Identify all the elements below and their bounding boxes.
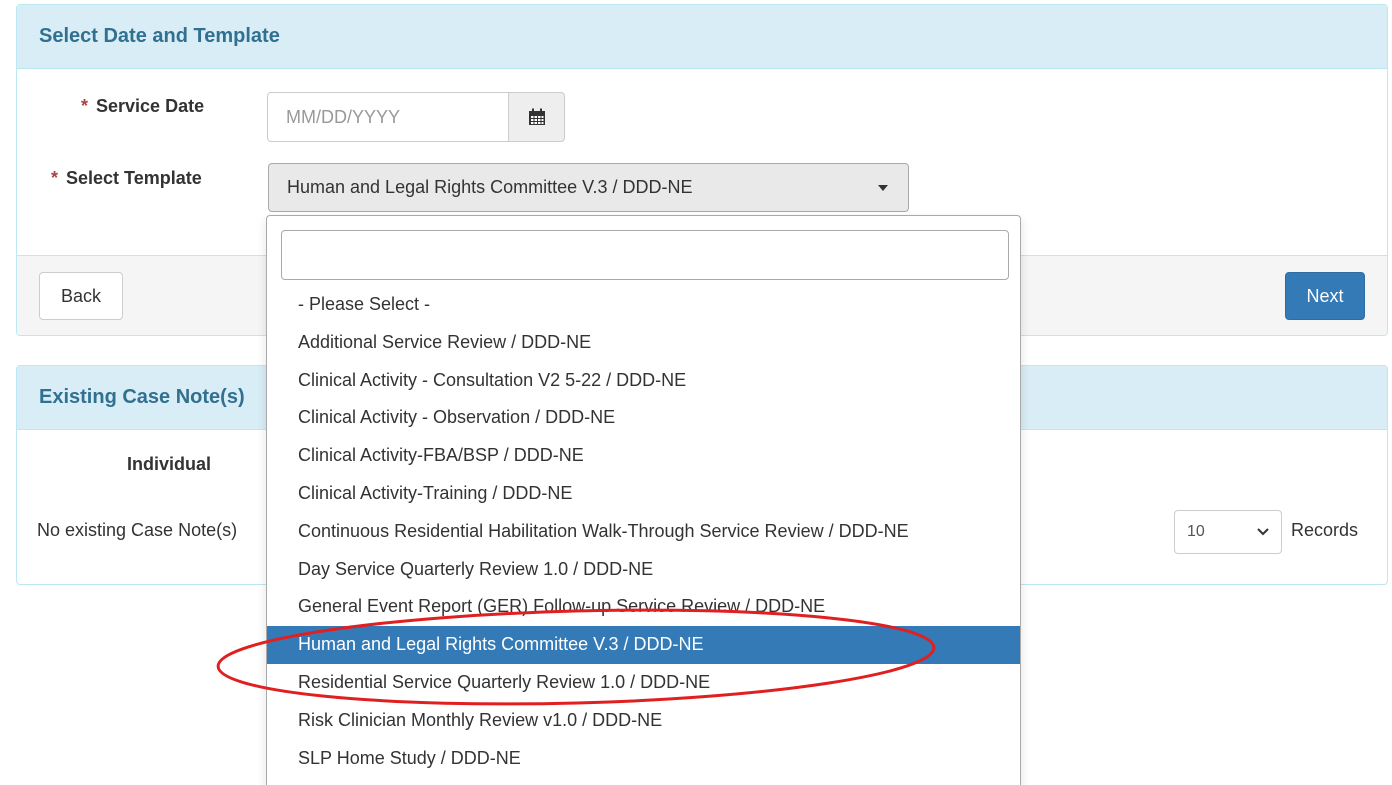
dropdown-option[interactable]: Risk Clinician Monthly Review v1.0 / DDD…: [267, 702, 1020, 740]
dropdown-search-input[interactable]: [281, 230, 1009, 280]
records-per-page-value: 10: [1187, 523, 1205, 540]
template-dropdown: - Please Select - Additional Service Revi…: [266, 215, 1021, 785]
select-template-label-text: Select Template: [66, 168, 202, 188]
service-date-group: [267, 92, 565, 142]
caret-down-icon: [878, 184, 888, 191]
panel-title: Existing Case Note(s): [39, 386, 245, 408]
dropdown-option[interactable]: Additional Service Review / DDD-NE: [267, 324, 1020, 362]
records-label: Records: [1291, 520, 1359, 540]
dropdown-option[interactable]: General Event Report (GER) Follow-up Ser…: [267, 588, 1020, 626]
required-marker: *: [81, 96, 89, 116]
empty-message: No existing Case Note(s): [37, 520, 238, 540]
dropdown-option[interactable]: Residential Service Quarterly Review 1.0…: [267, 664, 1020, 702]
dropdown-option[interactable]: - Please Select -: [267, 286, 1020, 324]
dropdown-option[interactable]: Clinical Activity - Observation / DDD-NE: [267, 399, 1020, 437]
calendar-icon: [528, 108, 545, 125]
dropdown-option[interactable]: Clinical Activity-FBA/BSP / DDD-NE: [267, 437, 1020, 475]
individual-column-header[interactable]: Individual: [127, 454, 211, 475]
panel-heading: Select Date and Template: [17, 5, 1387, 69]
back-button[interactable]: Back: [39, 272, 123, 320]
dropdown-option[interactable]: SLP Home Study / DDD-NE: [267, 740, 1020, 778]
service-date-input[interactable]: [267, 92, 509, 142]
calendar-button[interactable]: [509, 92, 565, 142]
dropdown-option[interactable]: Clinical Activity-Training / DDD-NE: [267, 475, 1020, 513]
dropdown-options-list: - Please Select - Additional Service Revi…: [267, 286, 1020, 777]
dropdown-option[interactable]: Human and Legal Rights Committee V.3 / D…: [267, 626, 1020, 664]
template-select[interactable]: Human and Legal Rights Committee V.3 / D…: [268, 163, 909, 212]
records-per-page-select[interactable]: 10: [1174, 510, 1282, 554]
dropdown-option[interactable]: Continuous Residential Habilitation Walk…: [267, 513, 1020, 551]
service-date-label: * Service Date: [81, 96, 204, 117]
panel-title: Select Date and Template: [39, 25, 280, 47]
required-marker: *: [51, 168, 59, 188]
select-template-label: * Select Template: [51, 168, 202, 189]
dropdown-option[interactable]: Day Service Quarterly Review 1.0 / DDD-N…: [267, 551, 1020, 589]
template-selected-value: Human and Legal Rights Committee V.3 / D…: [287, 177, 693, 197]
dropdown-option[interactable]: Clinical Activity - Consultation V2 5-22…: [267, 362, 1020, 400]
chevron-down-icon: [1257, 528, 1269, 536]
service-date-label-text: Service Date: [96, 96, 205, 116]
next-button[interactable]: Next: [1285, 272, 1365, 320]
